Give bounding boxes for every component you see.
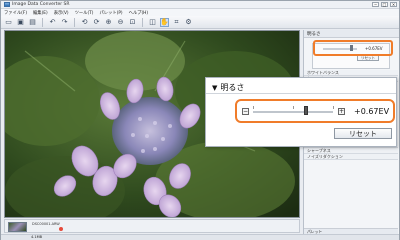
save-icon[interactable]: ▣ [16, 18, 25, 27]
print-icon[interactable]: ▤ [28, 18, 37, 27]
increase-button[interactable]: + [338, 108, 345, 115]
popup-divider [206, 93, 396, 94]
menu-edit[interactable]: 編集(E) [33, 10, 48, 16]
menu-help[interactable]: ヘルプ(H) [129, 10, 148, 16]
undo-icon[interactable]: ↶ [48, 18, 57, 27]
compare-icon[interactable]: ◫ [148, 18, 157, 27]
mini-highlight-frame [313, 40, 393, 56]
rotate-left-icon[interactable]: ⟲ [80, 18, 89, 27]
section-noise-reduction[interactable]: ノイズリダクション [304, 154, 398, 160]
image-thumbnail[interactable] [8, 222, 27, 232]
slider-tick [293, 106, 294, 109]
crop-icon[interactable]: ⌗ [172, 18, 181, 27]
brightness-zoom-callout: ▼ 明るさ − + +0.67EV リセット [205, 77, 397, 147]
toolbar-divider [142, 17, 143, 27]
brightness-slider-track[interactable] [253, 111, 333, 113]
fit-icon[interactable]: ⊡ [128, 18, 137, 27]
zoom-in-icon[interactable]: ⊕ [104, 18, 113, 27]
window-controls: − □ × [372, 2, 397, 7]
menu-tools[interactable]: ツール(T) [75, 10, 94, 16]
settings-icon[interactable]: ⚙ [184, 18, 193, 27]
brightness-section-title: 明るさ [307, 31, 321, 37]
toolbar-divider [74, 17, 75, 27]
brightness-slider-group: − + +0.67EV [235, 99, 395, 123]
maximize-icon[interactable]: □ [381, 2, 388, 7]
window-title: Image Data Converter SR [12, 2, 70, 7]
menu-file[interactable]: ファイル(F) [4, 10, 27, 16]
rotate-right-icon[interactable]: ⟳ [92, 18, 101, 27]
brightness-slider-thumb[interactable] [304, 106, 309, 115]
status-text: 4.1MB [31, 235, 42, 239]
brightness-value: +0.67EV [354, 107, 390, 116]
slider-tick [333, 106, 334, 109]
menu-bar: ファイル(F) 編集(E) 表示(V) ツール(T) パレット(P) ヘルプ(H… [1, 9, 399, 16]
status-bar: 4.1MB [1, 234, 399, 240]
title-bar: Image Data Converter SR − □ × [1, 1, 399, 9]
close-icon[interactable]: × [390, 2, 397, 7]
zoom-out-icon[interactable]: ⊖ [116, 18, 125, 27]
panel-header-brightness[interactable]: 明るさ [304, 30, 399, 38]
menu-palette[interactable]: パレット(P) [99, 10, 122, 16]
redo-icon[interactable]: ↷ [60, 18, 69, 27]
toolbar: ▭ ▣ ▤ ↶ ↷ ⟲ ⟳ ⊕ ⊖ ⊡ ◫ ✋ ⌗ ⚙ [1, 16, 399, 29]
menu-view[interactable]: 表示(V) [54, 10, 69, 16]
filmstrip: DSC00001.ARW [4, 219, 300, 233]
reset-button[interactable]: リセット [334, 128, 392, 139]
folder-open-icon[interactable]: ▭ [4, 18, 13, 27]
minimize-icon[interactable]: − [372, 2, 379, 7]
file-name: DSC00001.ARW [32, 222, 60, 226]
brightness-title: 明るさ [220, 83, 245, 92]
collapse-triangle-icon[interactable]: ▼ [212, 84, 217, 92]
popup-title[interactable]: ▼ 明るさ [212, 82, 244, 93]
toolbar-divider [42, 17, 43, 27]
decrease-button[interactable]: − [242, 108, 249, 115]
remove-icon[interactable] [59, 227, 63, 231]
app-icon [4, 2, 10, 7]
hand-tool-icon[interactable]: ✋ [160, 17, 169, 27]
slider-tick [253, 106, 254, 109]
app-window: Image Data Converter SR − □ × ファイル(F) 編集… [0, 0, 400, 240]
